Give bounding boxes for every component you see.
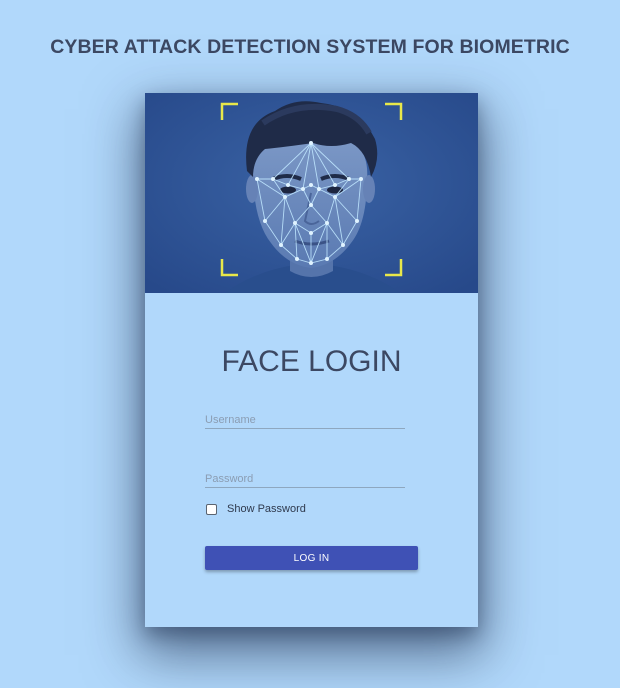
username-input[interactable] — [205, 405, 405, 428]
show-password-toggle[interactable]: Show Password — [206, 503, 306, 515]
login-card: FACE LOGIN Show Password LOG IN — [145, 93, 478, 627]
page-title: CYBER ATTACK DETECTION SYSTEM FOR BIOMET… — [50, 36, 570, 58]
show-password-checkbox[interactable] — [206, 503, 217, 515]
username-field[interactable] — [205, 405, 405, 429]
login-form-title: FACE LOGIN — [221, 345, 402, 378]
face-scan-image — [145, 93, 478, 293]
show-password-label: Show Password — [227, 503, 306, 515]
password-input[interactable] — [205, 464, 405, 487]
password-field[interactable] — [205, 464, 405, 488]
login-button[interactable]: LOG IN — [205, 546, 418, 570]
